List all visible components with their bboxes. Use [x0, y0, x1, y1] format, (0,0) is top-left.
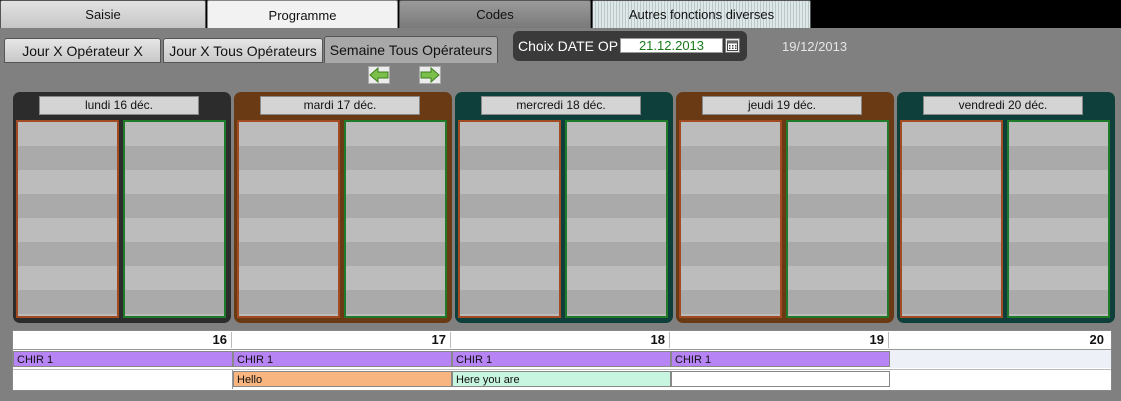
- timeline-empty-slot: [890, 350, 1111, 368]
- day-column-right[interactable]: [123, 120, 226, 318]
- day-panel: vendredi 20 déc.: [897, 92, 1115, 323]
- arrow-left-icon: [369, 66, 389, 84]
- previous-week-button[interactable]: [368, 66, 390, 84]
- day-column-left[interactable]: [679, 120, 782, 318]
- next-week-button[interactable]: [419, 66, 441, 84]
- chir-bar[interactable]: CHIR 1: [671, 351, 890, 367]
- date-choice-label: Choix DATE OP: [518, 38, 619, 54]
- timeline-day-number: 16: [13, 332, 232, 348]
- event-here-you-are[interactable]: Here you are: [452, 371, 671, 387]
- day-column-left[interactable]: [16, 120, 119, 318]
- tab-saisie[interactable]: Saisie: [0, 0, 206, 28]
- timeline-day-number: 17: [232, 332, 451, 348]
- date-op-input[interactable]: 21.12.2013: [620, 38, 723, 53]
- day-column-right[interactable]: [344, 120, 447, 318]
- day-header: mercredi 18 déc.: [481, 96, 641, 115]
- subtab-semaine-tous-operateurs[interactable]: Semaine Tous Opérateurs: [324, 36, 498, 63]
- day-panel: lundi 16 déc.: [13, 92, 231, 323]
- day-header: vendredi 20 déc.: [923, 96, 1083, 115]
- timeline-day-number: 19: [670, 332, 889, 348]
- day-column-right[interactable]: [1007, 120, 1110, 318]
- tab-codes[interactable]: Codes: [399, 0, 591, 28]
- event-hello[interactable]: Hello: [233, 371, 452, 387]
- chir-bar[interactable]: CHIR 1: [452, 351, 671, 367]
- subtab-jour-x-operateur[interactable]: Jour X Opérateur X: [4, 38, 161, 63]
- arrow-right-icon: [420, 66, 440, 84]
- timeline-day-number: 18: [451, 332, 670, 348]
- day-column-left[interactable]: [237, 120, 340, 318]
- day-column-right[interactable]: [786, 120, 889, 318]
- tab-programme[interactable]: Programme: [207, 0, 398, 29]
- day-column-left[interactable]: [458, 120, 561, 318]
- chir-bar[interactable]: CHIR 1: [233, 351, 452, 367]
- day-header: lundi 16 déc.: [39, 96, 199, 115]
- tab-autres-fonctions[interactable]: Autres fonctions diverses: [592, 0, 811, 28]
- subtab-jour-x-tous-operateurs[interactable]: Jour X Tous Opérateurs: [163, 38, 323, 63]
- day-panel: mardi 17 déc.: [234, 92, 452, 323]
- timeline-empty-slot: [671, 371, 890, 387]
- current-date-text: 19/12/2013: [782, 39, 848, 54]
- day-panel: jeudi 19 déc.: [676, 92, 894, 323]
- day-column-right[interactable]: [565, 120, 668, 318]
- day-header: jeudi 19 déc.: [702, 96, 862, 115]
- timeline-divider: [13, 369, 1111, 370]
- timeline-day-number: 20: [1089, 332, 1104, 347]
- calendar-icon[interactable]: [725, 38, 740, 53]
- chir-bar[interactable]: CHIR 1: [13, 351, 233, 367]
- day-header: mardi 17 déc.: [260, 96, 420, 115]
- day-panel: mercredi 18 déc.: [455, 92, 673, 323]
- day-column-left[interactable]: [900, 120, 1003, 318]
